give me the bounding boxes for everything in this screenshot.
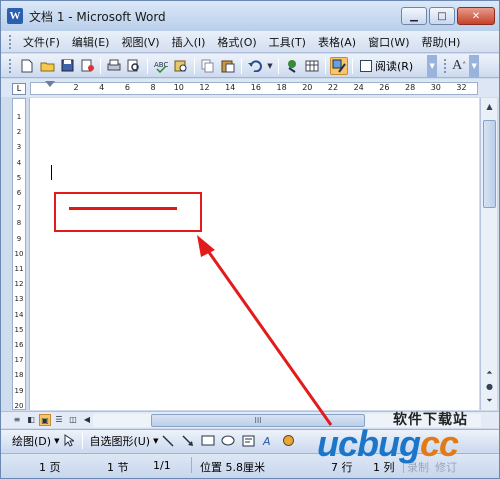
watermark-logo: ucbugcc bbox=[317, 423, 459, 465]
watermark-logo-tail: cc bbox=[419, 423, 459, 464]
site-watermark: 软件下载站 ucbugcc bbox=[313, 401, 499, 478]
word-window: W 文档 1 - Microsoft Word ▁ □ ✕ 文件(F) 编辑(E… bbox=[0, 0, 500, 479]
watermark-logo-main: ucbug bbox=[317, 423, 421, 464]
